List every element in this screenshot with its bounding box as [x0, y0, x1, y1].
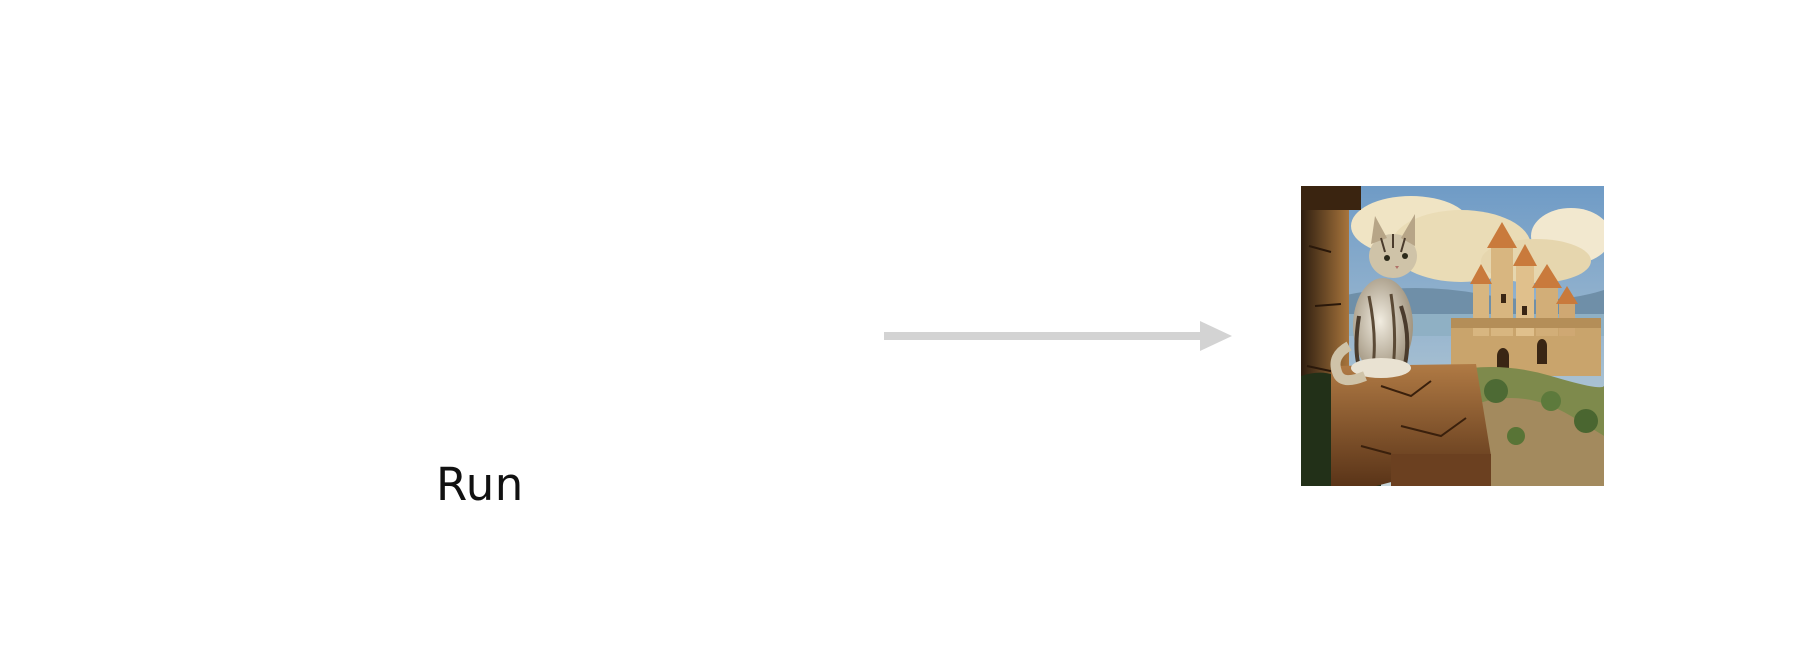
run-label: Run — [436, 458, 524, 511]
arrow-head — [1200, 321, 1232, 351]
wall-top — [1301, 186, 1361, 210]
cat-and-castle-painting — [1301, 186, 1604, 486]
diagram-canvas: Run — [0, 0, 1794, 655]
right-arrow-icon — [884, 321, 1232, 351]
stone-step — [1391, 454, 1491, 486]
arrow-shaft — [884, 332, 1200, 340]
